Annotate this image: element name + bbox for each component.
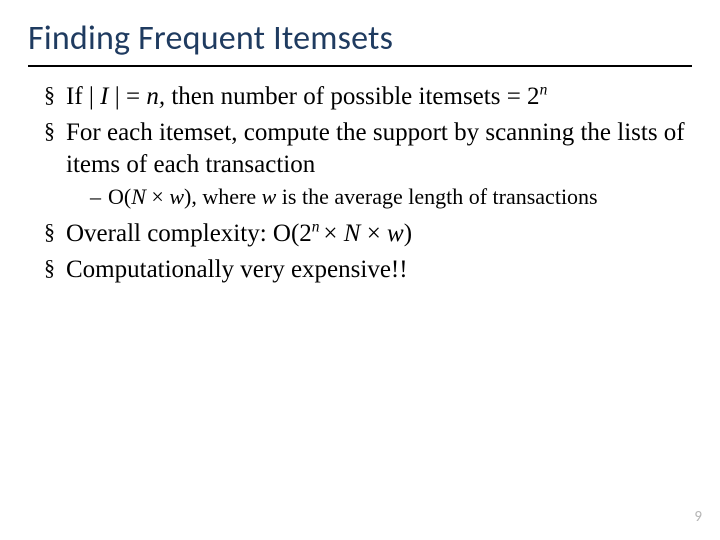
sub-bullet-1: O(N × w), where w is the average length … [90,183,692,212]
text: × [323,220,343,247]
bullet-4: Computationally very expensive!! [44,254,692,286]
slide-title: Finding Frequent Itemsets [28,18,692,59]
text: Overall complexity: O(2 [66,220,312,247]
var-n: n, [146,83,165,110]
text: For each itemset, compute the support by… [66,119,685,178]
text: If | [66,83,100,110]
var-N: N [131,184,146,209]
var-N: N [344,220,367,247]
page-number: 9 [694,508,702,526]
bullet-1: If | I | = n, then number of possible it… [44,81,692,113]
text: ), where [184,184,262,209]
title-underline [28,65,692,67]
var-w: w [169,184,184,209]
text: × [146,184,169,209]
var-w: w [262,184,277,209]
text: Computationally very expensive!! [66,256,408,283]
sub-list: O(N × w), where w is the average length … [66,183,692,212]
text: ) [404,220,412,247]
var-w: w [387,220,404,247]
text: then number of possible itemsets = 2 [165,83,539,110]
bullet-3: Overall complexity: O(2n × N × w) [44,218,692,250]
text: O( [108,184,131,209]
slide: Finding Frequent Itemsets If | I | = n, … [0,0,720,540]
text: is the average length of transactions [276,184,597,209]
text: × [367,220,387,247]
bullet-2: For each itemset, compute the support by… [44,117,692,212]
superscript-n: n [540,82,548,99]
text: | = [108,83,146,110]
bullet-list: If | I | = n, then number of possible it… [28,81,692,286]
superscript-n: n [312,218,324,235]
